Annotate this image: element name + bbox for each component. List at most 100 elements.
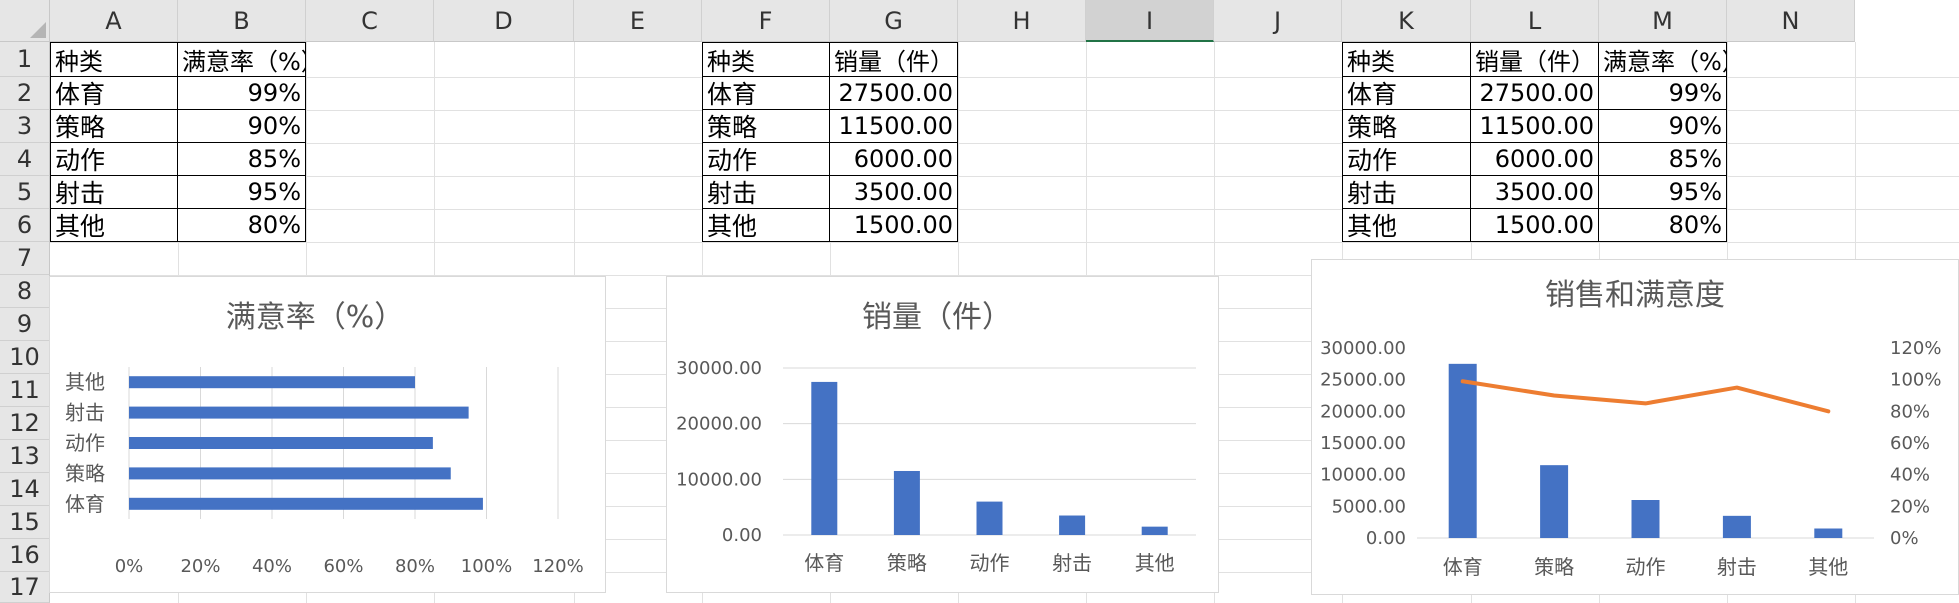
row-header-8[interactable]: 8	[0, 275, 50, 308]
table1-cell[interactable]: 99%	[177, 76, 306, 110]
y2-tick-label: 40%	[1890, 465, 1930, 486]
bar	[976, 501, 1003, 535]
category-label: 其他	[1135, 551, 1175, 575]
table3-cell[interactable]: 80%	[1598, 208, 1727, 242]
table2-cell[interactable]: 动作	[702, 142, 830, 176]
row-header-4[interactable]: 4	[0, 143, 50, 176]
table3-cell[interactable]: 1500.00	[1470, 208, 1599, 242]
chart-sales-satisfaction[interactable]: 销售和满意度 0.00 5000.00 10000.00 15000.00 20000.0…	[1311, 259, 1959, 595]
table2-cell[interactable]: 6000.00	[829, 142, 958, 176]
table3-header-cell[interactable]: 销量（件）	[1470, 42, 1599, 77]
column-header-b[interactable]: B	[178, 0, 306, 42]
row-header-15[interactable]: 15	[0, 506, 50, 539]
table2-cell[interactable]: 27500.00	[829, 76, 958, 110]
table2-header-cell[interactable]: 销量（件）	[829, 42, 958, 77]
spreadsheet: ABCDEFGHIJKLMN 1 2 3 4 5 6 7 8 9 10 11 12 13 14 15 16 17…	[0, 0, 1959, 603]
table3-cell[interactable]: 其他	[1342, 208, 1471, 242]
column-header-n[interactable]: N	[1727, 0, 1855, 42]
table2-cell[interactable]: 其他	[702, 208, 830, 242]
table3-cell[interactable]: 3500.00	[1470, 175, 1599, 209]
table1-cell[interactable]: 体育	[50, 76, 178, 110]
table1-cell[interactable]: 90%	[177, 109, 306, 143]
table2-cell[interactable]: 1500.00	[829, 208, 958, 242]
table1-cell[interactable]: 80%	[177, 208, 306, 242]
table2-cell[interactable]: 体育	[702, 76, 830, 110]
column-header-j[interactable]: J	[1214, 0, 1342, 42]
row-header-13[interactable]: 13	[0, 440, 50, 473]
column-header-h[interactable]: H	[958, 0, 1086, 42]
table3-cell[interactable]: 射击	[1342, 175, 1471, 209]
column-header-g[interactable]: G	[830, 0, 958, 42]
table1-header-cell[interactable]: 种类	[50, 42, 178, 77]
table3-cell[interactable]: 85%	[1598, 142, 1727, 176]
line-series	[1460, 379, 1831, 414]
table1-cell[interactable]: 95%	[177, 175, 306, 209]
row-header-10[interactable]: 10	[0, 341, 50, 374]
row-header-7[interactable]: 7	[0, 242, 50, 275]
table3-cell[interactable]: 6000.00	[1470, 142, 1599, 176]
row-header-11[interactable]: 11	[0, 374, 50, 407]
bar	[1722, 515, 1751, 538]
x-tick-label: 0%	[115, 556, 144, 577]
row-header-9[interactable]: 9	[0, 308, 50, 341]
category-label: 策略	[887, 551, 927, 575]
column-header-i[interactable]: I	[1086, 0, 1214, 42]
y2-tick-label: 100%	[1890, 370, 1941, 391]
column-header-l[interactable]: L	[1471, 0, 1599, 42]
y-tick-label: 15000.00	[1320, 433, 1406, 454]
y-tick-label: 5000.00	[1332, 496, 1406, 517]
column-header-d[interactable]: D	[434, 0, 574, 42]
row-header-12[interactable]: 12	[0, 407, 50, 440]
table2-cell[interactable]: 3500.00	[829, 175, 958, 209]
table1-cell[interactable]: 射击	[50, 175, 178, 209]
chart-satisfaction[interactable]: 满意率（%） 0% 20% 40% 60% 80% 100% 120% 其他 射击 动作 策略 体育	[49, 276, 606, 593]
category-label: 其他	[1808, 555, 1848, 579]
y-tick-label: 10000.00	[676, 469, 762, 490]
x-tick-label: 20%	[180, 556, 220, 577]
table2-cell[interactable]: 策略	[702, 109, 830, 143]
chart-canvas: 销售和满意度 0.00 5000.00 10000.00 15000.00 20000.0…	[1320, 278, 1941, 579]
column-header-m[interactable]: M	[1599, 0, 1727, 42]
column-header-k[interactable]: K	[1342, 0, 1471, 42]
column-header-c[interactable]: C	[306, 0, 434, 42]
bar	[1448, 363, 1477, 538]
y-tick-label: 0.00	[722, 525, 762, 546]
row-header-14[interactable]: 14	[0, 473, 50, 506]
bar	[129, 437, 433, 449]
column-header-f[interactable]: F	[702, 0, 830, 42]
table1-cell[interactable]: 其他	[50, 208, 178, 242]
column-header-e[interactable]: E	[574, 0, 702, 42]
column-header-a[interactable]: A	[50, 0, 178, 42]
table3-cell[interactable]: 99%	[1598, 76, 1727, 110]
row-header-17[interactable]: 17	[0, 572, 50, 603]
table3-cell[interactable]: 27500.00	[1470, 76, 1599, 110]
y-tick-label: 30000.00	[676, 358, 762, 379]
table1-cell[interactable]: 85%	[177, 142, 306, 176]
table3-header-cell[interactable]: 满意率（%）	[1598, 42, 1727, 77]
y2-tick-label: 0%	[1890, 528, 1919, 549]
table1-cell[interactable]: 动作	[50, 142, 178, 176]
table3-cell[interactable]: 策略	[1342, 109, 1471, 143]
chart-sales[interactable]: 销量（件） 0.00 10000.00 20000.00 30000.00 体育 策略 动作 射…	[666, 276, 1219, 593]
row-header-2[interactable]: 2	[0, 77, 50, 110]
table3-cell[interactable]: 95%	[1598, 175, 1727, 209]
table2-cell[interactable]: 11500.00	[829, 109, 958, 143]
row-header-3[interactable]: 3	[0, 110, 50, 143]
select-all-corner[interactable]	[0, 0, 50, 42]
table3-cell[interactable]: 动作	[1342, 142, 1471, 176]
table3-cell[interactable]: 体育	[1342, 76, 1471, 110]
bar	[893, 470, 920, 535]
row-header-6[interactable]: 6	[0, 209, 50, 242]
table2-cell[interactable]: 射击	[702, 175, 830, 209]
table3-header-cell[interactable]: 种类	[1342, 42, 1471, 77]
row-header-1[interactable]: 1	[0, 42, 50, 77]
table2-header-cell[interactable]: 种类	[702, 42, 830, 77]
table3-cell[interactable]: 11500.00	[1470, 109, 1599, 143]
table1-cell[interactable]: 策略	[50, 109, 178, 143]
row-header-5[interactable]: 5	[0, 176, 50, 209]
row-header-16[interactable]: 16	[0, 539, 50, 572]
table3-cell[interactable]: 90%	[1598, 109, 1727, 143]
category-label: 动作	[1626, 555, 1666, 579]
table1-header-cell[interactable]: 满意率（%）	[177, 42, 306, 77]
x-tick-label: 60%	[323, 556, 363, 577]
